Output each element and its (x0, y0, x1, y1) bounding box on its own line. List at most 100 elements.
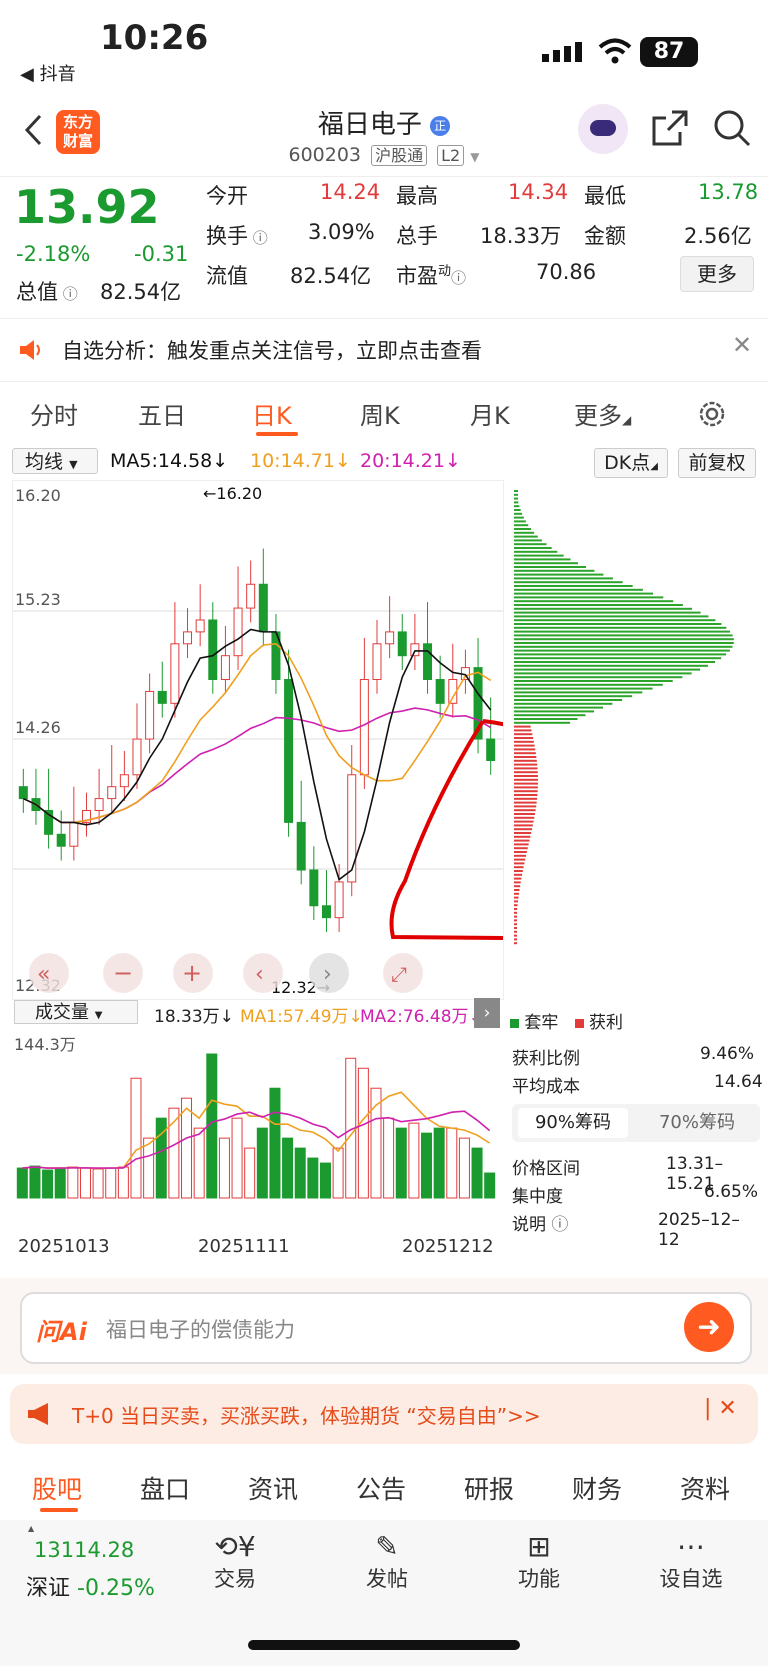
tab-monthly-k[interactable]: 月K (470, 396, 510, 431)
change-amount: -0.31 (134, 242, 189, 266)
dk-point-button[interactable]: DK点◢ (594, 448, 668, 478)
chip-bar (514, 858, 526, 861)
add-watchlist-button[interactable]: ⋯ 设自选 (636, 1530, 746, 1593)
candle-body (410, 643, 420, 657)
volume-bar (256, 1127, 268, 1199)
chip-bar (514, 877, 522, 880)
volume-bar (105, 1167, 117, 1199)
ma-selector[interactable]: 均线 ▼ (12, 448, 98, 474)
chip-90-tab[interactable]: 90%筹码 (518, 1108, 628, 1138)
candle-body (94, 798, 104, 811)
ai-question-box[interactable]: 问Ai 福日电子的偿债能力 ➜ (20, 1292, 752, 1364)
volume-selector[interactable]: 成交量 ▼ (14, 1000, 138, 1024)
stock-code: 600203 (288, 144, 362, 166)
info-icon[interactable]: ⓘ (58, 285, 78, 303)
info-icon[interactable]: ⓘ (248, 229, 268, 247)
concentration-label: 集中度 (512, 1187, 563, 1207)
chip-bar (514, 919, 517, 922)
chip-bar (514, 509, 521, 511)
wifi-icon (598, 38, 632, 64)
post-button[interactable]: ✎ 发帖 (332, 1530, 442, 1593)
chip-bar (514, 847, 528, 850)
futures-promo[interactable]: T+0 当日买卖，买涨买跌，体验期货 “交易自由”>> | ✕ (10, 1384, 758, 1444)
chip-bar (514, 839, 530, 842)
assistant-avatar[interactable] (578, 104, 628, 154)
tab-forum[interactable]: 股吧 (32, 1470, 82, 1506)
volume-bar (294, 1147, 306, 1199)
share-icon[interactable] (650, 108, 690, 148)
tab-more[interactable]: 更多◢ (574, 396, 631, 431)
info-icon[interactable]: ⓘ (551, 1215, 568, 1235)
profit-ratio-label: 获利比例 (512, 1049, 580, 1069)
chip-bar (514, 512, 523, 515)
chip-bar (514, 539, 542, 542)
chip-bar (514, 862, 525, 865)
analysis-banner[interactable]: 自选分析：触发重点关注信号，立即点击查看 ✕ (0, 318, 768, 382)
index-row[interactable]: 深证 -0.25% (26, 1570, 155, 1602)
chip-bar (514, 797, 538, 800)
tab-weekly-k[interactable]: 周K (360, 396, 400, 431)
tab-announcements[interactable]: 公告 (356, 1470, 406, 1506)
chip-bar (514, 809, 536, 812)
tab-profile[interactable]: 资料 (680, 1470, 730, 1506)
tab-intraday[interactable]: 分时 (30, 396, 78, 431)
chip-bar (514, 930, 517, 933)
chip-bar (514, 661, 716, 663)
chip-bar (514, 775, 538, 777)
chip-bar (514, 592, 654, 595)
back-to-app[interactable]: ◀ 抖音 (20, 60, 76, 86)
tab-research[interactable]: 研报 (464, 1470, 514, 1506)
candle-body (372, 643, 382, 681)
search-icon[interactable] (712, 108, 752, 148)
chip-bar (514, 657, 722, 660)
chip-bar (514, 725, 531, 728)
chip-bar (514, 630, 731, 633)
more-dots-icon: ⋯ (677, 1530, 705, 1563)
candlestick-chart[interactable]: 16.20 15.23 14.26 12.32 ←16.20 12.32→ « … (12, 480, 504, 1000)
chip-bar (514, 573, 604, 576)
ai-brand: 问Ai (36, 1318, 87, 1346)
turnover-label: 换手 ⓘ (206, 224, 268, 248)
high-label: 最高 (396, 184, 438, 208)
chip-bar (514, 934, 517, 937)
tab-five-day[interactable]: 五日 (138, 396, 186, 431)
tab-financials[interactable]: 财务 (572, 1470, 622, 1506)
info-icon[interactable]: ⓘ (451, 269, 466, 287)
volume-bar (408, 1122, 420, 1199)
tab-orderbook[interactable]: 盘口 (140, 1470, 190, 1506)
chip-bar (514, 790, 538, 793)
volume-header: 成交量 ▼ 18.33万↓ MA1:57.49万↓ MA2:76.48万↓ › (12, 998, 502, 1028)
volume-bar (218, 1137, 230, 1199)
volume-value: 18.33万 (480, 224, 562, 248)
avg-cost-value: 14.64 (714, 1072, 763, 1092)
index-value[interactable]: 13114.28 (34, 1538, 134, 1562)
chip-bar (514, 680, 673, 682)
avg-cost-label: 平均成本 (512, 1077, 580, 1097)
candle-body (347, 774, 357, 883)
dropdown-icon[interactable]: ▼ (470, 150, 479, 164)
settings-gear-icon[interactable] (696, 398, 728, 430)
chip-bar (514, 585, 633, 587)
chip-bar (514, 786, 538, 789)
tab-daily-k[interactable]: 日K (252, 396, 292, 431)
chip-70-tab[interactable]: 70%筹码 (642, 1108, 752, 1138)
low-label: 最低 (584, 184, 626, 208)
volume-bar (395, 1127, 407, 1199)
candle-body (359, 679, 369, 776)
high-value: 14.34 (508, 180, 569, 204)
tab-news[interactable]: 资讯 (248, 1470, 298, 1506)
chip-bar (514, 748, 536, 751)
chip-bar (514, 672, 692, 675)
trade-button[interactable]: ⟲¥ 交易 (180, 1530, 290, 1593)
submit-arrow-icon[interactable]: ➜ (684, 1302, 734, 1352)
amount-label: 金额 (584, 224, 626, 248)
expand-right-icon[interactable]: › (474, 998, 500, 1028)
close-icon[interactable]: | ✕ (704, 1396, 737, 1421)
function-button[interactable]: ⊞ 功能 (484, 1530, 594, 1593)
candle-body (334, 881, 344, 919)
more-button[interactable]: 更多 (680, 256, 754, 292)
close-icon[interactable]: ✕ (732, 331, 752, 359)
adjust-mode-button[interactable]: 前复权 (678, 448, 756, 478)
candle-body (233, 607, 243, 657)
change-percent: -2.18% (16, 242, 91, 266)
